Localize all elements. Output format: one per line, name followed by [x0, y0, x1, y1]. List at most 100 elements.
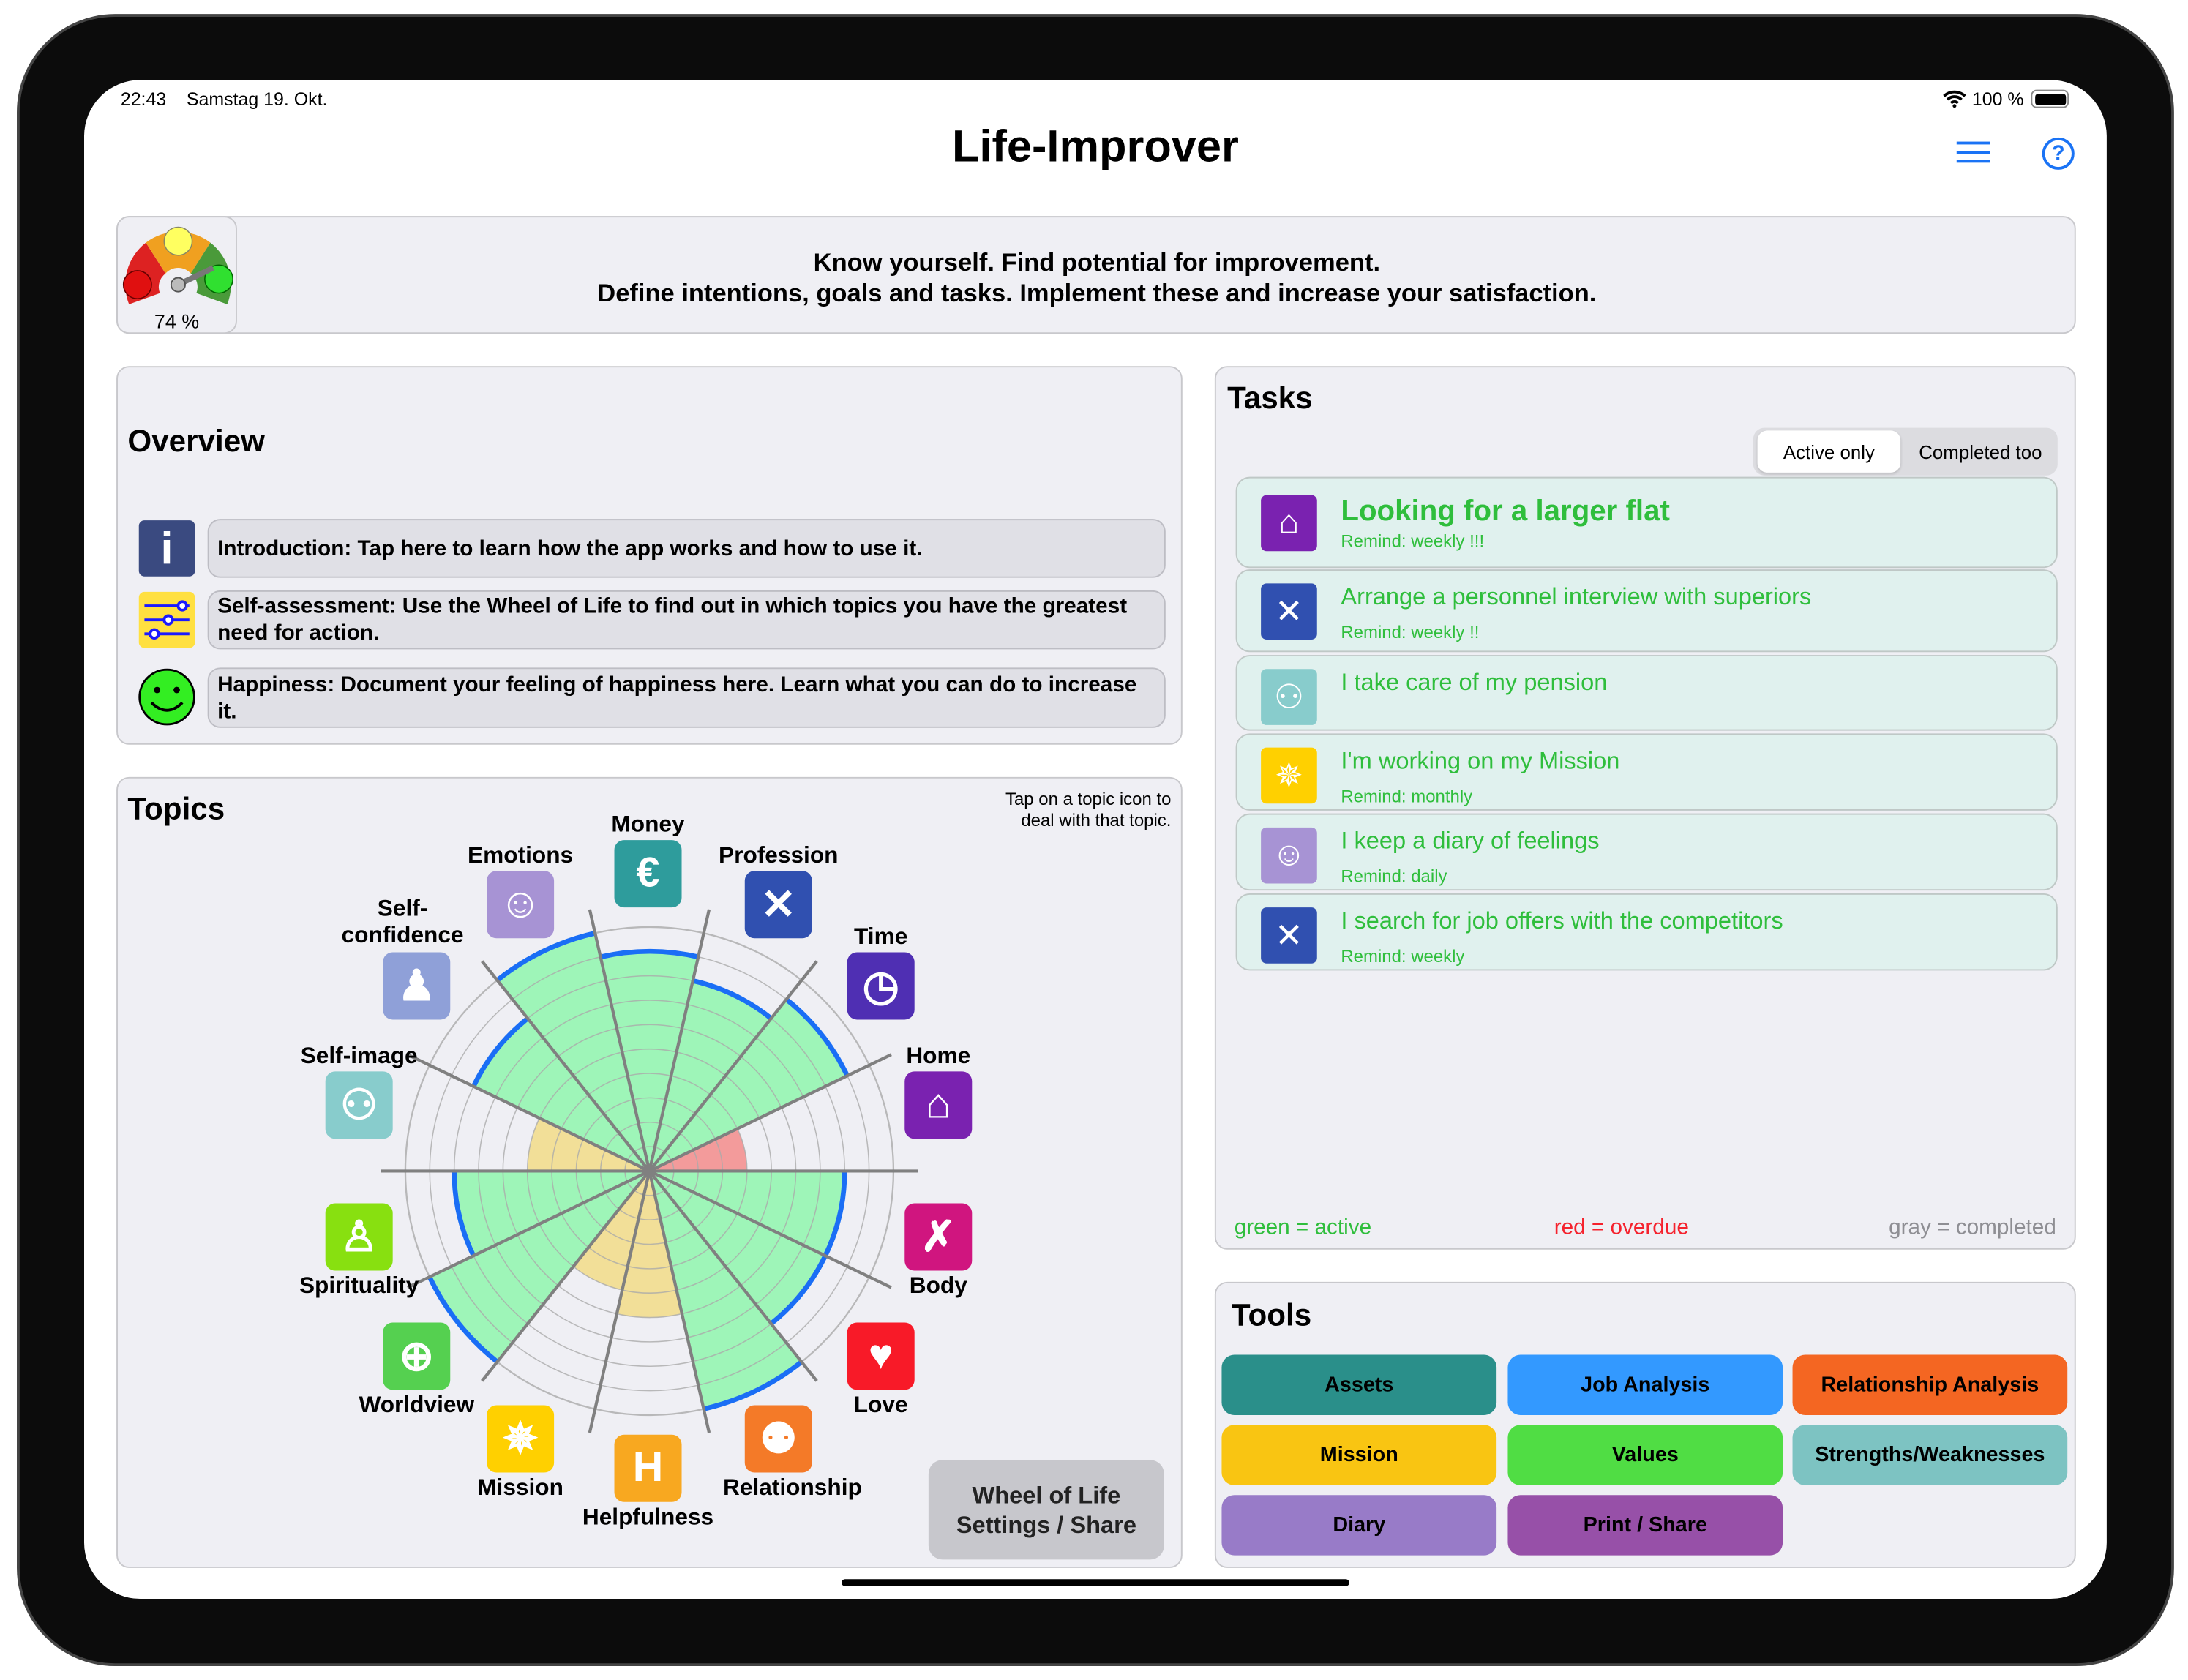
filter-completed-too[interactable]: Completed too: [1903, 430, 2058, 473]
task-title: Looking for a larger flat: [1341, 495, 1670, 528]
task-title: I'm working on my Mission: [1341, 747, 1620, 775]
smiley-icon: ☺: [498, 880, 542, 927]
task-row[interactable]: ✕ Arrange a personnel interview with sup…: [1235, 569, 2058, 653]
wheel-of-life: [381, 909, 918, 1433]
topic-label-mission: Mission: [477, 1475, 563, 1501]
tool-job-analysis-button[interactable]: Job Analysis: [1507, 1354, 1783, 1415]
house-icon: ⌂: [1261, 495, 1317, 552]
topic-love-button[interactable]: ♥: [847, 1322, 915, 1390]
gauge-percent: 74 %: [154, 310, 200, 333]
overview-happiness[interactable]: Happiness: Document your feeling of happ…: [207, 667, 1166, 728]
overview-self-assessment[interactable]: Self-assessment: Use the Wheel of Life t…: [207, 590, 1166, 650]
topic-body-button[interactable]: ✗: [904, 1203, 973, 1271]
task-row[interactable]: ☺ I keep a diary of feelings Remind: dai…: [1235, 813, 2058, 891]
legend-completed: gray = completed: [1889, 1215, 2056, 1240]
sliders-icon[interactable]: [138, 591, 195, 648]
topic-label-worldview: Worldview: [359, 1392, 475, 1418]
topic-label-home: Home: [906, 1043, 971, 1069]
topic-label-money: Money: [611, 811, 685, 838]
topic-label-relationship: Relationship: [723, 1475, 862, 1501]
praying-icon: ♙: [340, 1213, 378, 1261]
topic-time-button[interactable]: ◷: [847, 952, 915, 1020]
tool-assets-button[interactable]: Assets: [1221, 1354, 1497, 1415]
task-remind: Remind: daily: [1341, 866, 1447, 887]
home-indicator[interactable]: [842, 1579, 1349, 1586]
topic-label-love: Love: [853, 1392, 908, 1418]
task-title: Arrange a personnel interview with super…: [1341, 583, 1812, 610]
topic-worldview-button[interactable]: ⊕: [383, 1322, 451, 1390]
topic-home-button[interactable]: ⌂: [904, 1071, 973, 1139]
task-row[interactable]: ⌂ Looking for a larger flat Remind: week…: [1235, 476, 2058, 569]
task-remind: Remind: weekly !!!: [1341, 531, 1485, 552]
topic-label-profession: Profession: [719, 842, 839, 869]
status-date: Samstag 19. Okt.: [186, 88, 328, 110]
legend-overdue: red = overdue: [1554, 1215, 1689, 1240]
compass-icon: ✵: [502, 1415, 539, 1463]
tool-print-share-button[interactable]: Print / Share: [1507, 1495, 1783, 1556]
person-glow-icon: ♟: [397, 962, 436, 1010]
tool-relationship-analysis-button[interactable]: Relationship Analysis: [1792, 1354, 2068, 1415]
tools-title: Tools: [1231, 1297, 1312, 1332]
task-remind: Remind: monthly: [1341, 787, 1473, 807]
topics-hint: Tap on a topic icon to deal with that to…: [1005, 790, 1172, 830]
battery-icon: [2031, 89, 2069, 108]
topics-title: Topics: [127, 791, 225, 826]
task-filter-segmented: Active only Completed too: [1753, 427, 2058, 476]
task-remind: Remind: weekly: [1341, 946, 1465, 967]
topic-money-button[interactable]: €: [614, 840, 682, 908]
task-title: I take care of my pension: [1341, 669, 1608, 696]
topic-label-emotions: Emotions: [468, 842, 574, 869]
banner-text: Know yourself. Find potential for improv…: [237, 247, 1957, 308]
task-row[interactable]: ✵ I'm working on my Mission Remind: mont…: [1235, 733, 2058, 811]
running-icon: ✗: [921, 1213, 956, 1261]
banner-line-2: Define intentions, goals and tasks. Impl…: [597, 279, 1597, 307]
topic-self-confidence-button[interactable]: ♟: [383, 952, 451, 1020]
tool-values-button[interactable]: Values: [1507, 1425, 1783, 1485]
task-title: I keep a diary of feelings: [1341, 827, 1600, 855]
money-bag-icon: €: [636, 850, 660, 896]
wheel-settings-share-button[interactable]: Wheel of Life Settings / Share: [928, 1460, 1164, 1560]
tool-mission-button[interactable]: Mission: [1221, 1425, 1497, 1485]
overview-introduction-text: Introduction: Tap here to learn how the …: [217, 536, 923, 560]
status-time: 22:43: [120, 88, 167, 110]
tool-diary-button[interactable]: Diary: [1221, 1495, 1497, 1556]
overview-introduction[interactable]: Introduction: Tap here to learn how the …: [207, 519, 1166, 578]
topic-helpfulness-button[interactable]: H: [614, 1434, 682, 1502]
topic-emotions-button[interactable]: ☺: [487, 871, 555, 939]
mirror-icon: ⚇: [1261, 669, 1317, 725]
topic-self-image-button[interactable]: ⚇: [325, 1071, 393, 1139]
battery-percent: 100 %: [1971, 88, 2024, 110]
house-icon: ⌂: [925, 1081, 951, 1128]
overview-self-assessment-text: Self-assessment: Use the Wheel of Life t…: [217, 594, 1128, 645]
overview-happiness-text: Happiness: Document your feeling of happ…: [217, 672, 1137, 724]
people-icon: ⚉: [759, 1415, 798, 1463]
smiley-icon: ☺: [1261, 827, 1317, 884]
hamburger-icon[interactable]: [1956, 141, 1990, 163]
question-circle-icon[interactable]: ?: [2042, 137, 2075, 170]
wifi-icon: [1943, 90, 1966, 108]
task-row[interactable]: ✕ I search for job offers with the compe…: [1235, 893, 2058, 971]
heart-icon: ♥: [868, 1332, 893, 1379]
tasks-title: Tasks: [1227, 380, 1313, 416]
topic-spirituality-button[interactable]: ♙: [325, 1203, 393, 1271]
topic-relationship-button[interactable]: ⚉: [744, 1405, 812, 1473]
h-icon: H: [632, 1444, 664, 1491]
info-icon[interactable]: i: [138, 520, 195, 577]
topic-profession-button[interactable]: ✕: [744, 871, 812, 939]
task-title: I search for job offers with the competi…: [1341, 907, 1783, 934]
legend-active: green = active: [1234, 1215, 1372, 1240]
compass-icon: ✵: [1261, 747, 1317, 804]
smiley-icon[interactable]: [138, 667, 197, 727]
topic-mission-button[interactable]: ✵: [487, 1405, 555, 1473]
task-row[interactable]: ⚇ I take care of my pension: [1235, 655, 2058, 731]
topic-label-helpfulness: Helpfulness: [582, 1504, 714, 1531]
topic-label-time: Time: [854, 924, 908, 950]
topic-label-self-image: Self-image: [300, 1043, 418, 1069]
tools-icon: ✕: [760, 881, 796, 928]
filter-active-only[interactable]: Active only: [1757, 430, 1901, 473]
tools-icon: ✕: [1261, 907, 1317, 964]
overview-title: Overview: [127, 423, 265, 459]
tool-strengths-weaknesses-button[interactable]: Strengths/Weaknesses: [1792, 1425, 2068, 1485]
topic-label-spirituality: Spirituality: [299, 1273, 419, 1299]
page-title: Life-Improver: [951, 120, 1239, 171]
